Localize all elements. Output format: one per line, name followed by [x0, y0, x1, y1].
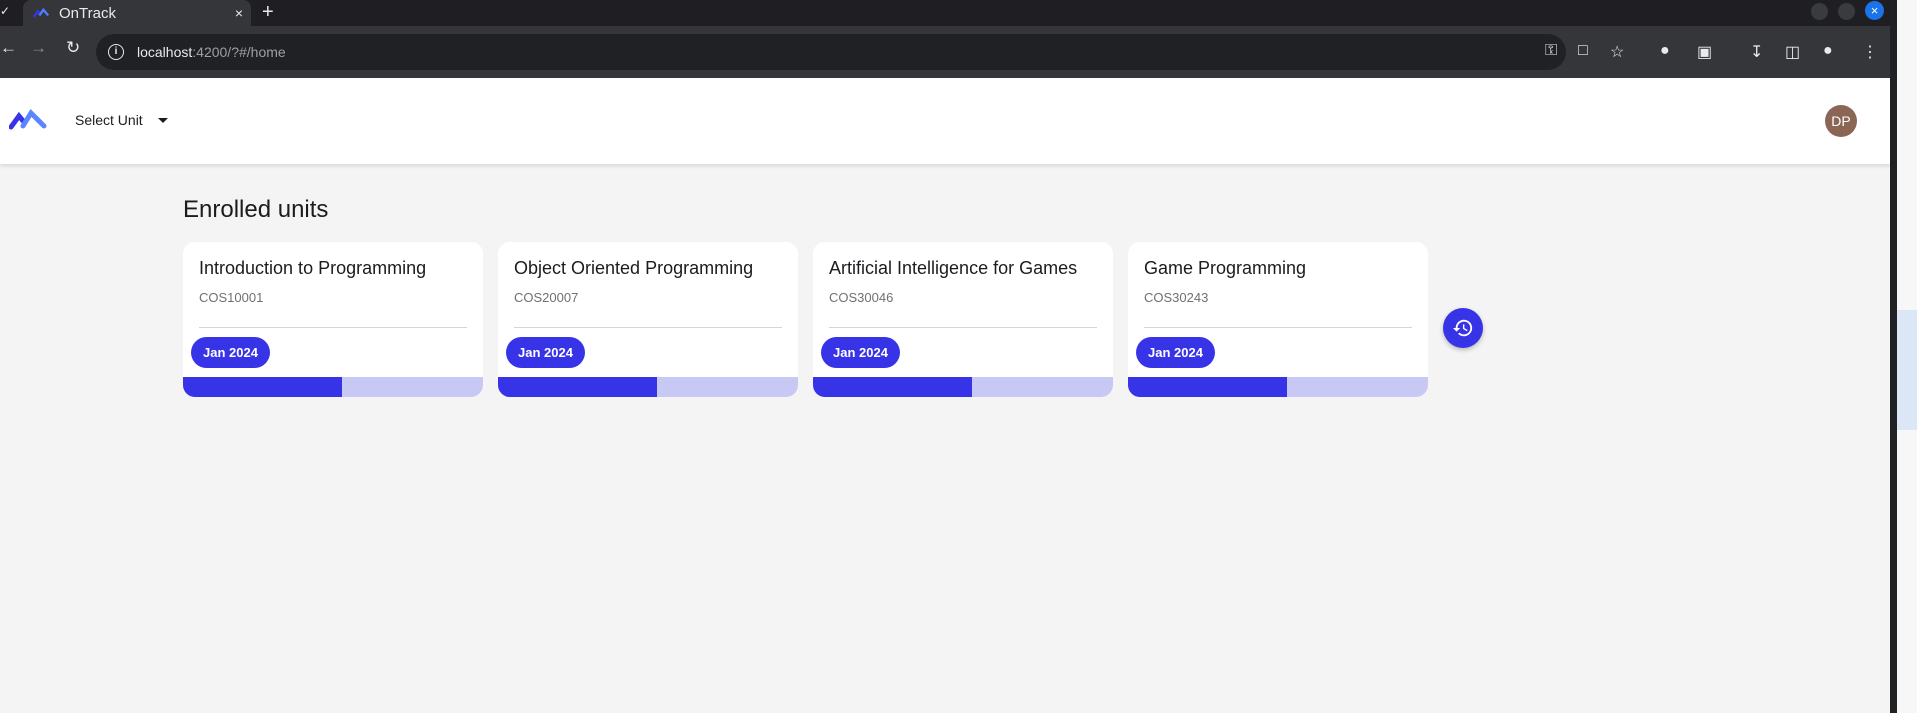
progress-fill: [1128, 377, 1287, 397]
unit-card[interactable]: Object Oriented Programming COS20007 Jan…: [498, 242, 798, 397]
divider: [199, 327, 467, 328]
site-info-icon[interactable]: i: [108, 44, 124, 60]
unit-code: COS30046: [829, 290, 894, 305]
progress-fill: [183, 377, 342, 397]
divider: [514, 327, 782, 328]
unit-card[interactable]: Introduction to Programming COS10001 Jan…: [183, 242, 483, 397]
period-chip[interactable]: Jan 2024: [821, 337, 900, 368]
address-url[interactable]: localhost:4200/?#/home: [137, 44, 286, 60]
tab-close-icon[interactable]: ×: [227, 5, 251, 21]
divider: [829, 327, 1097, 328]
app-header: Select Unit DP: [0, 78, 1890, 164]
puzzle-icon[interactable]: ▣: [1697, 42, 1712, 62]
unit-code: COS20007: [514, 290, 579, 305]
unit-name: Introduction to Programming: [199, 258, 427, 278]
progress-fill: [498, 377, 657, 397]
tab-search-icon[interactable]: ✓: [0, 4, 10, 18]
more-menu-icon[interactable]: ⋮: [1862, 42, 1878, 62]
browser-tab-strip: ✓ OnTrack × + ×: [0, 0, 1890, 26]
progress-bar: [183, 377, 483, 397]
browser-tab-ontrack[interactable]: OnTrack ×: [23, 0, 251, 26]
ontrack-logo-icon[interactable]: [9, 106, 47, 130]
back-arrow-icon[interactable]: ←: [0, 38, 17, 58]
window-maximize-button[interactable]: [1838, 3, 1855, 20]
right-edge-border: [1890, 0, 1897, 713]
extension-badge-icon[interactable]: ●: [1660, 42, 1670, 60]
address-bar[interactable]: i localhost:4200/?#/home: [96, 34, 1566, 70]
side-panel-icon[interactable]: ◫: [1785, 42, 1800, 62]
unit-select-dropdown[interactable]: Select Unit: [75, 112, 168, 128]
right-edge-highlight: [1897, 310, 1917, 430]
install-icon[interactable]: □: [1578, 42, 1588, 60]
new-tab-button[interactable]: +: [262, 0, 274, 26]
unit-select-label: Select Unit: [75, 112, 143, 128]
progress-fill: [813, 377, 972, 397]
period-chip[interactable]: Jan 2024: [1136, 337, 1215, 368]
divider: [1144, 327, 1412, 328]
unit-code: COS10001: [199, 290, 264, 305]
unit-code: COS30243: [1144, 290, 1209, 305]
chevron-down-icon: [157, 117, 168, 123]
period-chip[interactable]: Jan 2024: [191, 337, 270, 368]
page-title: Enrolled units: [183, 196, 329, 223]
ontrack-favicon-icon: [33, 7, 49, 18]
tab-title: OnTrack: [59, 4, 116, 22]
unit-name: Artificial Intelligence for Games: [829, 258, 1078, 278]
star-icon[interactable]: ☆: [1610, 42, 1624, 62]
progress-bar: [1128, 377, 1428, 397]
browser-toolbar: ← → ↻ i localhost:4200/?#/home ⚿ □ ☆ ● ▣…: [0, 26, 1890, 78]
period-chip[interactable]: Jan 2024: [506, 337, 585, 368]
history-icon: [1452, 319, 1473, 337]
progress-bar: [498, 377, 798, 397]
unit-name: Game Programming: [1144, 258, 1307, 278]
unit-card[interactable]: Game Programming COS30243 Jan 2024: [1128, 242, 1428, 397]
window-close-button[interactable]: ×: [1865, 1, 1884, 20]
unit-card[interactable]: Artificial Intelligence for Games COS300…: [813, 242, 1113, 397]
key-icon[interactable]: ⚿: [1545, 42, 1557, 60]
history-button[interactable]: [1443, 308, 1483, 348]
progress-bar: [813, 377, 1113, 397]
download-icon[interactable]: ↧: [1750, 42, 1763, 62]
reload-icon[interactable]: ↻: [66, 38, 80, 58]
unit-name: Object Oriented Programming: [514, 258, 754, 278]
window-minimize-button[interactable]: [1811, 3, 1828, 20]
profile-icon[interactable]: ●: [1823, 42, 1833, 60]
avatar[interactable]: DP: [1825, 105, 1857, 137]
forward-arrow-icon[interactable]: →: [30, 38, 47, 58]
